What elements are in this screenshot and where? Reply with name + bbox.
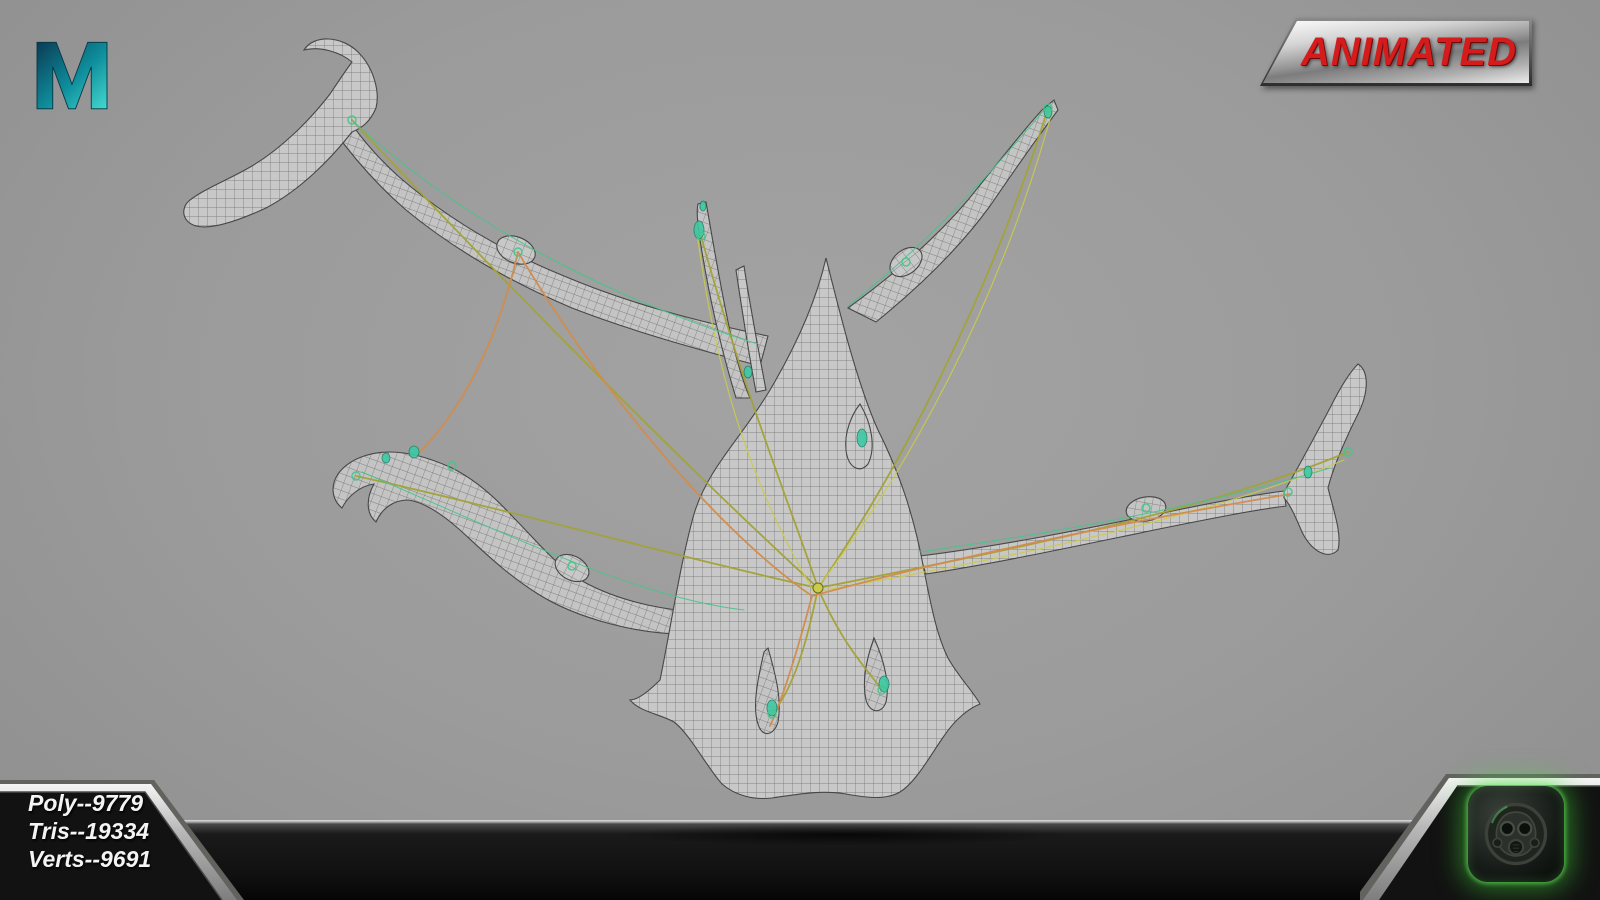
rig-hub <box>812 582 824 594</box>
animated-badge-label: ANIMATED <box>1300 29 1518 74</box>
maya-logo-icon <box>30 26 114 118</box>
animated-badge-plate: ANIMATED <box>1263 21 1529 83</box>
model-wireframe <box>183 38 1367 800</box>
stat-tris: Tris--19334 <box>28 818 150 844</box>
gasmask-logo <box>1468 786 1564 882</box>
brand-panel <box>1360 772 1600 900</box>
model-ground-shadow <box>618 824 1068 846</box>
gasmask-icon <box>1484 802 1548 866</box>
model-mesh <box>183 38 1367 800</box>
stats-panel: Poly--9779 Tris--19334 Verts--9691 <box>0 778 250 900</box>
stat-verts: Verts--9691 <box>28 846 152 872</box>
stat-poly: Poly--9779 <box>28 790 144 816</box>
animated-badge: ANIMATED <box>1260 18 1532 86</box>
